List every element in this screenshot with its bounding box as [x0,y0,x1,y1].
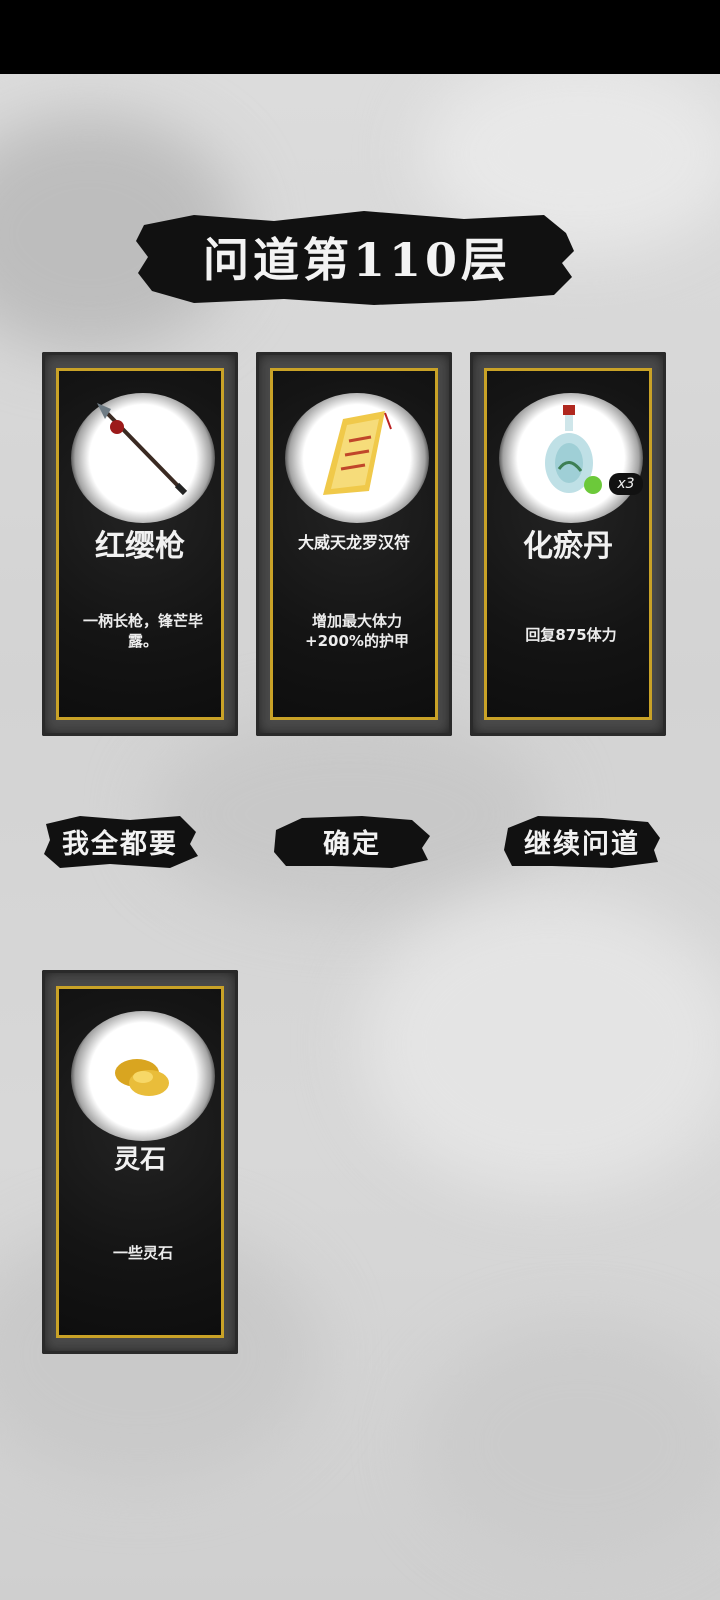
reward-card-potion[interactable]: x3 化瘀丹 回复875体力 [470,352,666,736]
item-name: 红缨枪 [95,529,185,564]
quantity-badge: x3 [609,473,643,495]
item-name: 大威天龙罗汉符 [297,533,410,552]
continue-button[interactable]: 继续问道 [502,810,662,872]
reward-card-spirit-stone[interactable]: 灵石 一些灵石 [42,970,238,1354]
reward-card-talisman[interactable]: 大威天龙罗汉符 增加最大体力+200%的护甲 [256,352,452,736]
confirm-button[interactable]: 确定 [272,810,432,872]
talisman-icon [323,411,392,495]
card-inner: 灵石 一些灵石 [56,986,224,1338]
status-bar [0,0,720,74]
confirm-label: 确定 [323,828,381,860]
item-description: 增加最大体力+200%的护甲 [305,612,409,650]
item-name: 化瘀丹 [523,529,613,564]
take-all-label: 我全都要 [62,828,178,860]
item-name: 灵石 [113,1145,166,1175]
take-all-button[interactable]: 我全都要 [40,810,200,872]
card-inner: 红缨枪 一柄长枪，锋芒毕露。 [56,368,224,720]
item-description: 一些灵石 [112,1244,173,1262]
floor-title: 问道第110层 [202,233,512,287]
reward-card-spear[interactable]: 红缨枪 一柄长枪，锋芒毕露。 [42,352,238,736]
item-description: 回复875体力 [525,626,617,644]
card-inner: 大威天龙罗汉符 增加最大体力+200%的护甲 [270,368,438,720]
continue-label: 继续问道 [524,828,640,860]
item-description: 一柄长枪，锋芒毕露。 [82,612,203,650]
card-inner: x3 化瘀丹 回复875体力 [484,368,652,720]
title-banner: 问道第110层 [134,203,580,311]
